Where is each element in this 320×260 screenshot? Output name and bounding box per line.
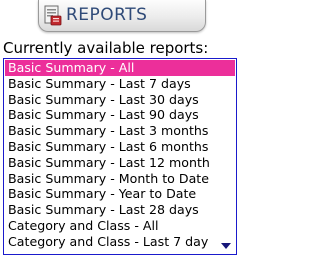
report-list-item[interactable]: Category and Class - All [5, 218, 235, 234]
reports-icon [44, 4, 62, 26]
report-list-item[interactable]: Basic Summary - Last 12 month [5, 155, 235, 171]
reports-section-label: Currently available reports: [3, 39, 209, 57]
scroll-down-arrow-icon[interactable] [221, 243, 231, 249]
report-list-item[interactable]: Basic Summary - Year to Date [5, 186, 235, 202]
page-title: REPORTS [66, 5, 148, 25]
report-list-item[interactable]: Basic Summary - Last 6 months [5, 139, 235, 155]
report-list-item[interactable]: Basic Summary - Last 3 months [5, 123, 235, 139]
report-list-item[interactable]: Basic Summary - Last 7 days [5, 76, 235, 92]
report-list-item[interactable]: Basic Summary - Last 30 days [5, 92, 235, 108]
reports-list: Basic Summary - All Basic Summary - Last … [5, 60, 235, 250]
report-list-item[interactable]: Basic Summary - Last 28 days [5, 202, 235, 218]
reports-listbox[interactable]: Basic Summary - All Basic Summary - Last … [3, 58, 237, 255]
report-list-item[interactable]: Basic Summary - Month to Date [5, 171, 235, 187]
report-list-item[interactable]: Basic Summary - Last 90 days [5, 107, 235, 123]
header-bar: REPORTS [0, 0, 240, 40]
report-list-item[interactable]: Category and Class - Last 7 day [5, 234, 235, 250]
report-list-item[interactable]: Basic Summary - All [5, 60, 235, 76]
